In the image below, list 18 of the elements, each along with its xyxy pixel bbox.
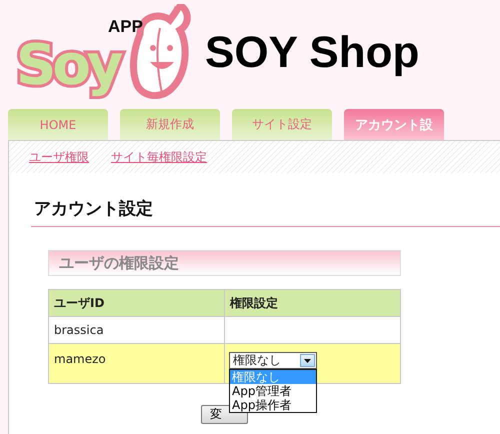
subnav-link[interactable]: サイト毎権限設定 [111,148,207,166]
site-title: SOY Shop [205,28,420,78]
table-cell: brassica [48,316,224,344]
logo: APP Soy [8,4,193,98]
dropdown-option[interactable]: 権限なし [230,370,316,384]
column-header: 権限設定 [224,290,400,316]
table-cell: mamezo [48,344,224,384]
nav-tab[interactable]: アカウント設 [344,109,444,140]
nav-tab[interactable]: 新規作成 [120,109,220,140]
nav-tab[interactable]: サイト設定 [232,109,332,140]
permission-dropdown[interactable]: 権限なし [229,352,317,369]
section-heading: ユーザの権限設定 [48,250,401,276]
dropdown-option[interactable]: App管理者 [230,384,316,398]
page-heading: アカウント設定 [31,197,500,227]
nav-tab[interactable]: HOME [8,109,108,140]
subnav-link[interactable]: ユーザ権限 [29,148,89,166]
column-header: ユーザID [48,290,224,316]
caret-icon [304,358,311,362]
